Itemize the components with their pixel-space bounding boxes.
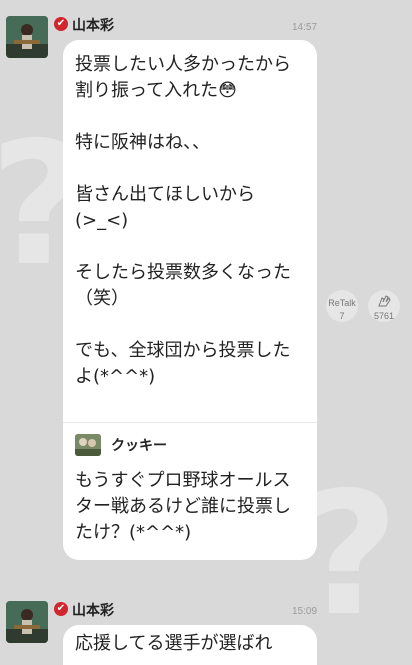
message-text: 投票したい人多かったから 割り振って入れた😳 特に阪神はね、、 皆さん出てほしい… xyxy=(75,54,291,387)
post-timestamp: 15:09 xyxy=(292,606,318,617)
clap-count: 5761 xyxy=(373,311,395,321)
author-name[interactable]: 山本彩 xyxy=(72,600,114,620)
author-name[interactable]: 山本彩 xyxy=(72,15,114,35)
clap-icon xyxy=(376,293,392,312)
avatar[interactable] xyxy=(6,601,48,643)
quote-author-name: クッキー xyxy=(111,438,167,454)
verified-badge-icon: ✔ xyxy=(54,602,68,616)
quote-text: もうすぐプロ野球オールスター戦あるけど誰に投票したけ？(*^^*) xyxy=(75,470,291,543)
quote-avatar xyxy=(75,434,101,456)
avatar[interactable] xyxy=(6,16,48,58)
retalk-label: ReTalk xyxy=(328,298,356,308)
message-bubble[interactable]: 投票したい人多かったから 割り振って入れた😳 特に阪神はね、、 皆さん出てほしい… xyxy=(63,40,317,560)
message-text: 応援してる選手が選ばれ xyxy=(75,633,273,654)
quoted-message[interactable]: クッキー もうすぐプロ野球オールスター戦あるけど誰に投票したけ？(*^^*) xyxy=(63,422,317,560)
post-timestamp: 14:57 xyxy=(292,22,318,33)
retalk-count: 7 xyxy=(339,311,345,321)
verified-badge-icon: ✔ xyxy=(54,17,68,31)
message-bubble[interactable]: 応援してる選手が選ばれ xyxy=(63,625,317,665)
